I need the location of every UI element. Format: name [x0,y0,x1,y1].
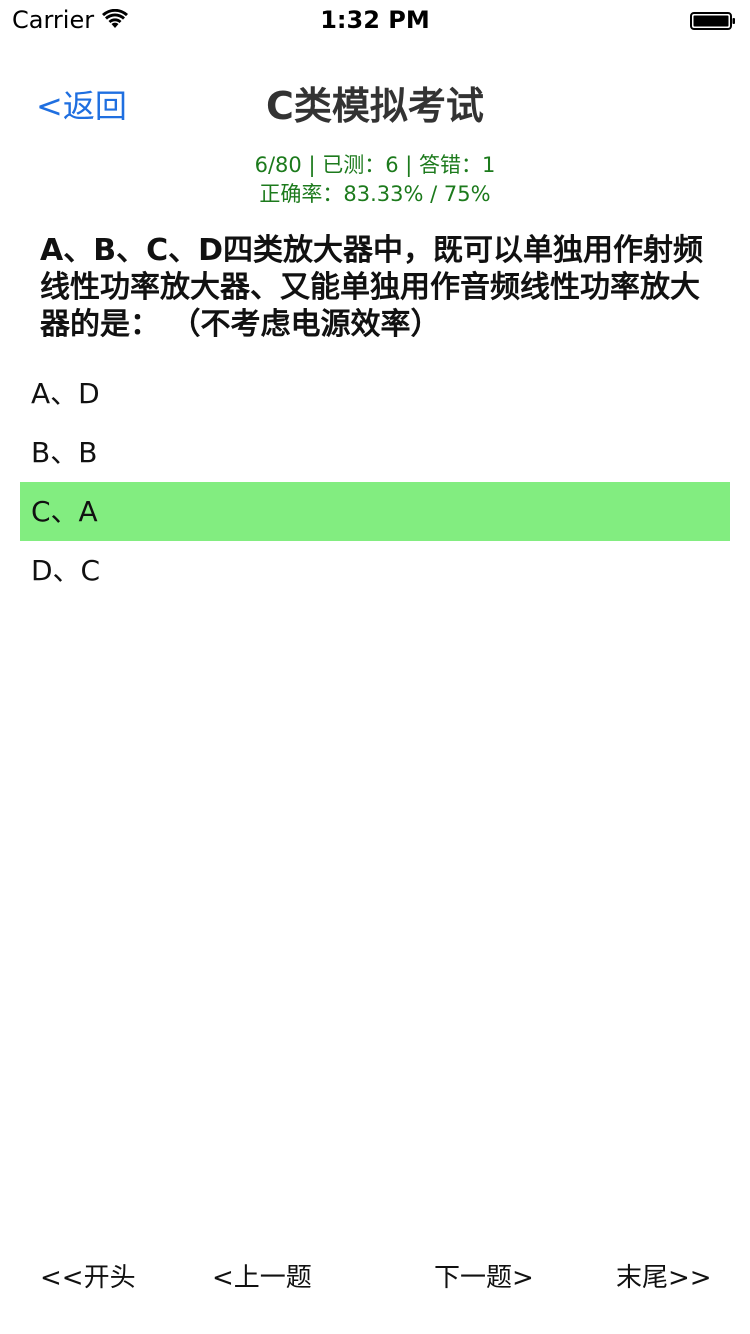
last-question-button[interactable]: 末尾>> [616,1255,712,1301]
option-b[interactable]: B、B [20,423,730,482]
next-question-button[interactable]: 下一题> [434,1255,534,1301]
accuracy-stats-line: 正确率：83.33% / 75% [259,182,491,206]
previous-question-button[interactable]: <上一题 [212,1255,312,1301]
navigation-bar: C类模拟考试 <返回 [0,80,750,140]
answer-options: A、D B、B C、A D、C [20,364,730,600]
bottom-navigation: <<开头 <上一题 下一题> 末尾>> [0,1255,750,1301]
first-question-button[interactable]: <<开头 [40,1255,136,1301]
option-c[interactable]: C、A [20,482,730,541]
question-text: A、B、C、D四类放大器中，既可以单独用作射频线性功率放大器、又能单独用作音频线… [40,233,704,342]
option-a[interactable]: A、D [20,364,730,423]
back-button[interactable]: <返回 [36,86,127,126]
status-bar: Carrier 1:32 PM [0,0,750,40]
progress-stats-line: 6/80 | 已测：6 | 答错：1 [254,153,496,177]
status-time: 1:32 PM [320,6,430,34]
battery-icon [690,12,736,30]
option-d[interactable]: D、C [20,541,730,600]
exam-stats: 6/80 | 已测：6 | 答错：1 正确率：83.33% / 75% [0,151,750,209]
